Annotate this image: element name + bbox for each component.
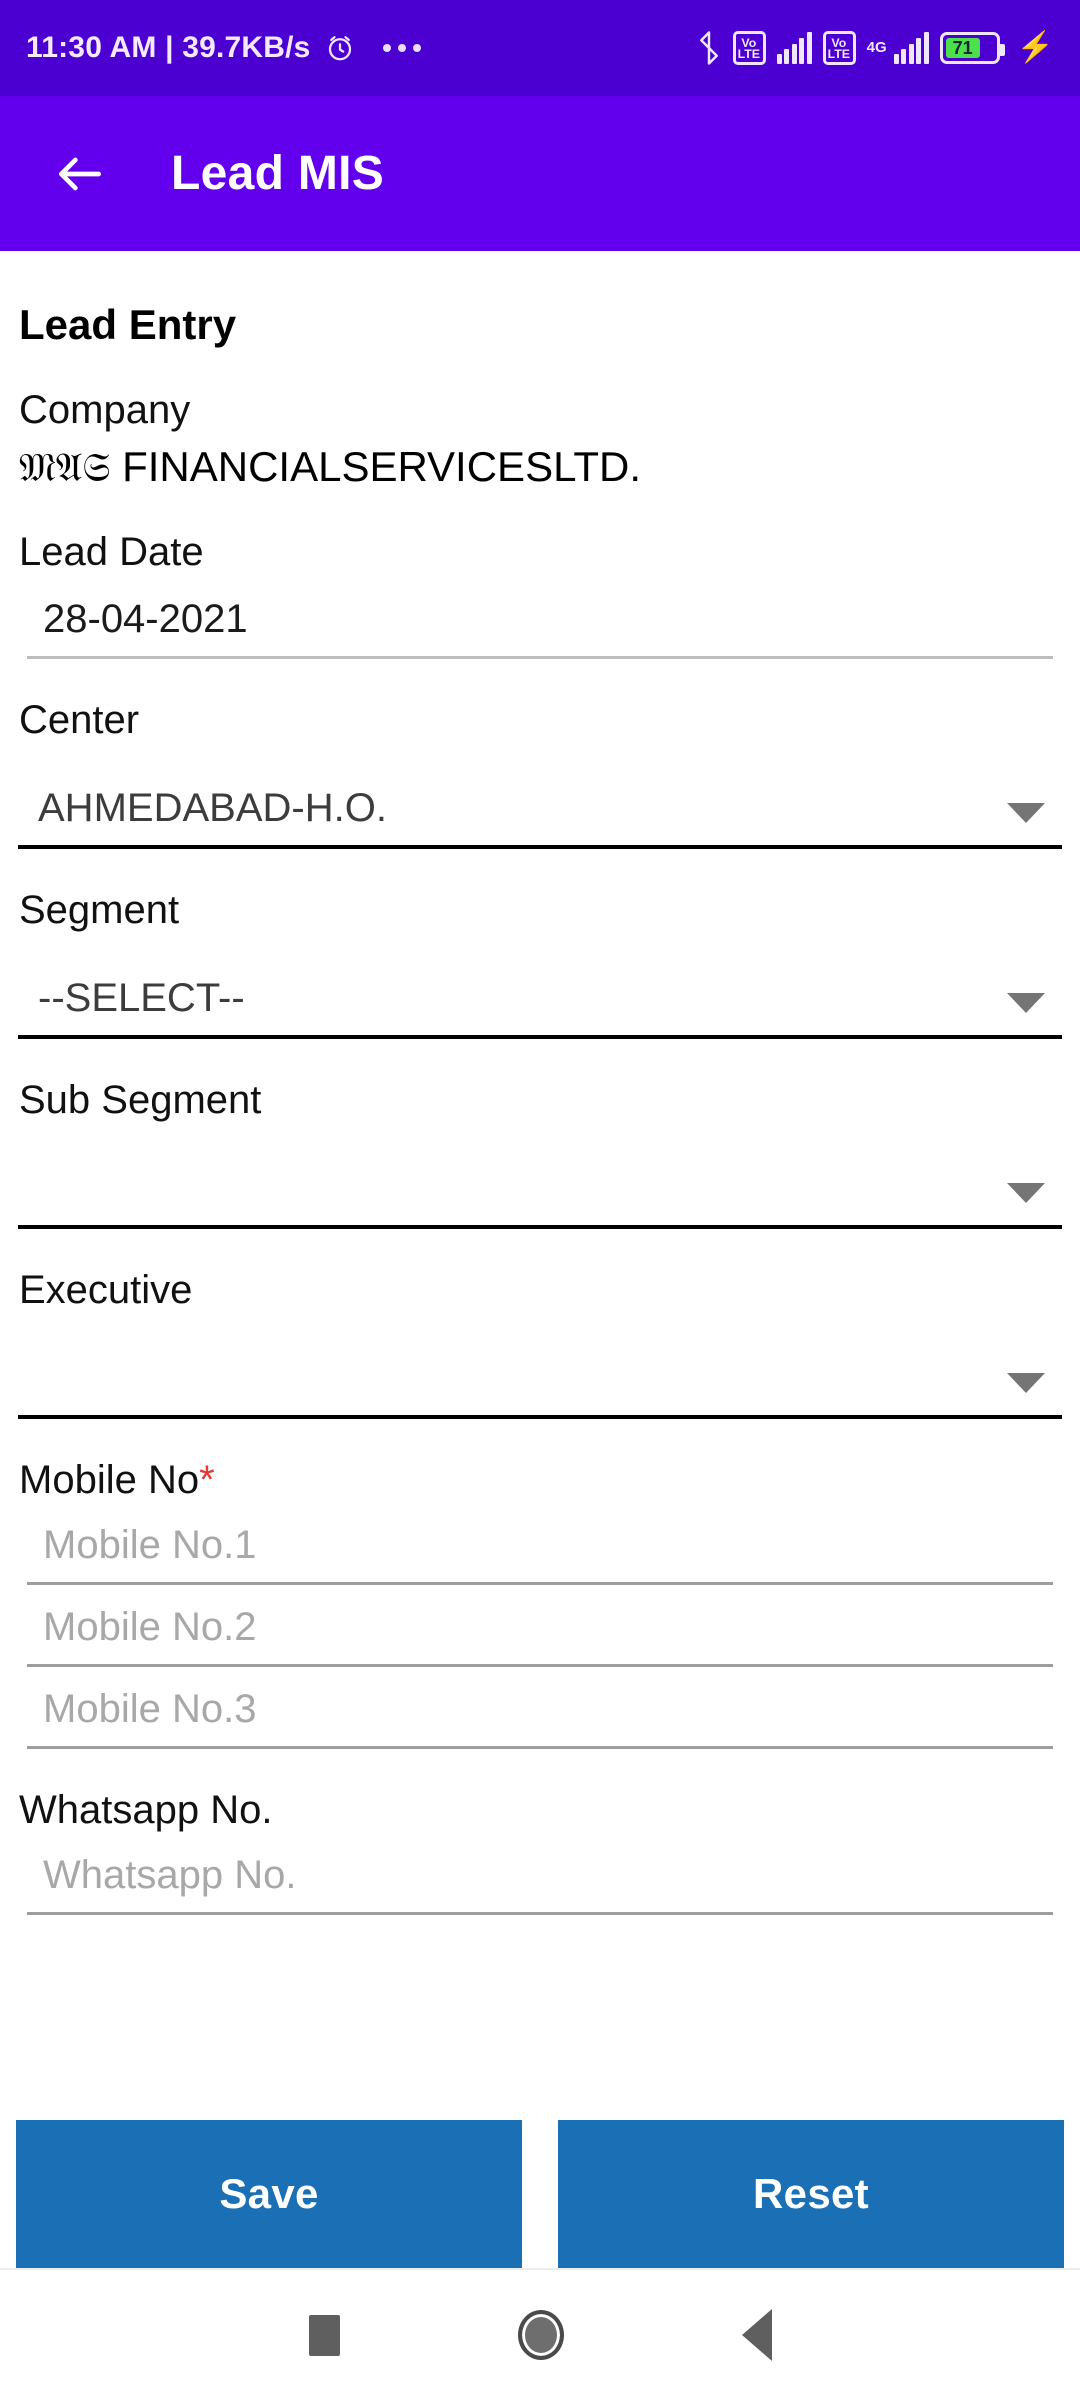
signal-bars-sim1 [776, 32, 812, 64]
center-dropdown[interactable]: AHMEDABAD-H.O. [18, 757, 1062, 850]
save-button[interactable]: Save [16, 2120, 522, 2268]
company-label: Company [19, 388, 191, 432]
bluetooth-icon [699, 31, 718, 65]
segment-label: Segment [19, 888, 180, 933]
company-logo-text: 𝔐𝔄𝔖 [19, 445, 111, 491]
battery-icon: 71 [939, 32, 1005, 64]
mobile-no-1-placeholder[interactable]: Mobile No.1 [27, 1523, 1053, 1568]
form-scroll-area[interactable]: Lead Entry Company 𝔐𝔄𝔖 FINANCIALSERVICES… [0, 251, 1080, 2077]
chevron-down-icon[interactable] [1007, 1183, 1045, 1204]
battery-percent-label: 71 [945, 38, 980, 58]
page-title: Lead Entry [19, 301, 237, 348]
chevron-down-icon[interactable] [1007, 803, 1045, 824]
volte-lte-label-2: LTE [827, 46, 851, 61]
lead-date-value[interactable]: 28-04-2021 [27, 597, 1053, 642]
volte-lte-label: LTE [737, 46, 761, 61]
segment-selected-value: --SELECT-- [38, 976, 245, 1021]
chevron-down-icon[interactable] [1007, 1373, 1045, 1394]
status-bar: 11:30 AM | 39.7KB/s Vo LTE Vo LTE 4G 71 … [0, 0, 1080, 96]
executive-label: Executive [19, 1268, 193, 1313]
chevron-down-icon[interactable] [1007, 993, 1045, 1014]
required-asterisk: * [199, 1458, 215, 1503]
mobile-no-2-placeholder[interactable]: Mobile No.2 [27, 1605, 1053, 1650]
sub-segment-dropdown[interactable] [18, 1137, 1062, 1230]
executive-dropdown[interactable] [18, 1327, 1062, 1420]
triangle-back-icon[interactable] [741, 2309, 772, 2361]
whatsapp-no-label: Whatsapp No. [19, 1788, 273, 1833]
mobile-no-3-placeholder[interactable]: Mobile No.3 [27, 1687, 1053, 1732]
volte-icon-sim2: Vo LTE [822, 31, 856, 65]
app-bar-title: Lead MIS [171, 147, 385, 200]
action-button-bar: Save Reset [0, 2120, 1080, 2268]
status-clock: 11:30 AM | 39.7KB/s [26, 31, 311, 64]
charging-bolt-icon: ⚡ [1016, 31, 1054, 64]
more-dots-icon [382, 44, 421, 52]
segment-dropdown[interactable]: --SELECT-- [18, 947, 1062, 1040]
whatsapp-no-field[interactable]: Whatsapp No. [27, 1853, 1053, 1916]
status-bar-right: Vo LTE Vo LTE 4G 71 ⚡ [696, 31, 1054, 65]
android-nav-bar [0, 2268, 1080, 2400]
volte-icon-sim1: Vo LTE [732, 31, 766, 65]
square-recents-icon[interactable] [308, 2314, 340, 2356]
back-arrow-icon[interactable] [52, 146, 108, 202]
signal-bars-sim2 [893, 32, 929, 64]
whatsapp-no-placeholder[interactable]: Whatsapp No. [27, 1853, 1053, 1898]
mobile-no-1-field[interactable]: Mobile No.1 [27, 1523, 1053, 1586]
network-type-label: 4G [866, 39, 887, 56]
lead-date-field[interactable]: 28-04-2021 [27, 597, 1053, 660]
sub-segment-label: Sub Segment [19, 1078, 262, 1123]
alarm-icon [328, 36, 351, 61]
phone-screen: 11:30 AM | 39.7KB/s Vo LTE Vo LTE 4G 71 … [0, 0, 1080, 2400]
company-value: 𝔐𝔄𝔖 FINANCIALSERVICESLTD. [19, 443, 1062, 491]
center-selected-value: AHMEDABAD-H.O. [38, 786, 387, 831]
app-bar: Lead MIS [0, 96, 1080, 251]
mobile-no-label-text: Mobile No [19, 1458, 200, 1503]
company-name-text: FINANCIALSERVICESLTD. [110, 443, 641, 490]
mobile-no-2-field[interactable]: Mobile No.2 [27, 1605, 1053, 1668]
circle-home-icon[interactable] [517, 2310, 564, 2360]
lead-date-label: Lead Date [19, 530, 204, 575]
status-bar-left: 11:30 AM | 39.7KB/s [26, 31, 421, 65]
center-label: Center [19, 698, 140, 743]
mobile-no-label: Mobile No* [19, 1457, 1062, 1503]
reset-button[interactable]: Reset [558, 2120, 1064, 2268]
mobile-no-3-field[interactable]: Mobile No.3 [27, 1687, 1053, 1750]
